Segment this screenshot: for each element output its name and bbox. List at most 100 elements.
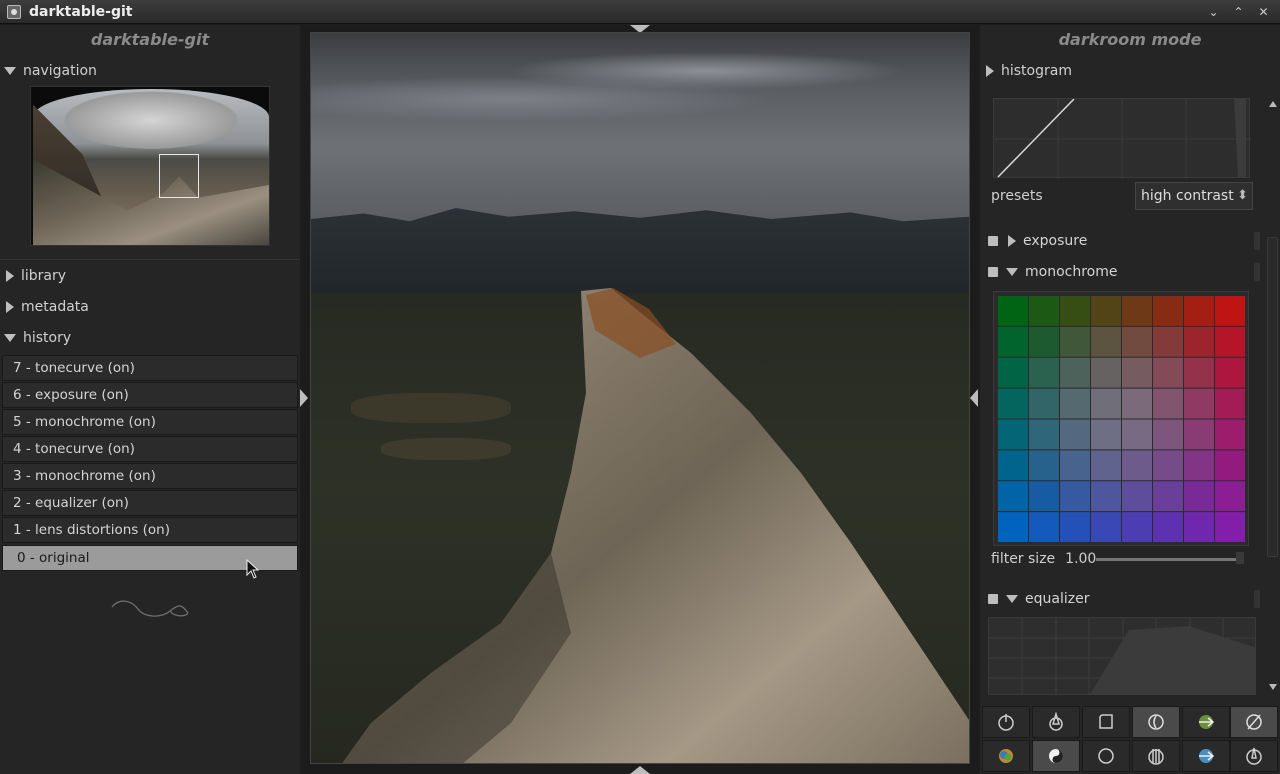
color-grid-cell[interactable]	[1215, 326, 1245, 357]
filter-size-slider[interactable]	[1096, 558, 1236, 561]
color-grid-cell[interactable]	[1060, 357, 1090, 388]
color-grid-cell[interactable]	[1153, 388, 1183, 419]
color-grid-cell[interactable]	[1029, 357, 1059, 388]
tone-group-icon[interactable]	[1032, 706, 1080, 738]
color-grid-cell[interactable]	[1029, 419, 1059, 450]
color-grid-cell[interactable]	[1091, 512, 1121, 542]
color-grid-cell[interactable]	[1060, 450, 1090, 481]
module-enable-toggle[interactable]	[988, 267, 998, 277]
color-grid-cell[interactable]	[1153, 481, 1183, 512]
color-grid-cell[interactable]	[1215, 450, 1245, 481]
color-grid-cell[interactable]	[1122, 357, 1152, 388]
histogram-section-header[interactable]: histogram	[980, 55, 1280, 86]
color-grid-cell[interactable]	[1153, 419, 1183, 450]
presets-dropdown[interactable]: high contrast	[1135, 182, 1253, 210]
effects-icon[interactable]	[1182, 740, 1230, 772]
color-grid-cell[interactable]	[998, 296, 1028, 326]
module-handle[interactable]	[1254, 232, 1260, 250]
tonecurve-graph[interactable]	[993, 98, 1251, 179]
sharpen-icon[interactable]	[1230, 740, 1278, 772]
module-handle[interactable]	[1254, 590, 1260, 608]
yin-yang-icon[interactable]	[1032, 740, 1080, 772]
color-grid-cell[interactable]	[1060, 481, 1090, 512]
color-grid-cell[interactable]	[1184, 296, 1214, 326]
circle-icon[interactable]	[1082, 740, 1130, 772]
color-grid-cell[interactable]	[998, 481, 1028, 512]
color-grid-cell[interactable]	[1122, 388, 1152, 419]
color-grid-cell[interactable]	[1184, 512, 1214, 542]
color-grid-cell[interactable]	[1215, 512, 1245, 542]
effect-group-icon[interactable]	[1230, 706, 1278, 738]
filter-size-row[interactable]: filter size 1.00	[991, 549, 1251, 569]
history-item[interactable]: 4 - tonecurve (on)	[2, 436, 298, 462]
metadata-section-header[interactable]: metadata	[0, 291, 300, 322]
levels-icon[interactable]	[1132, 740, 1180, 772]
color-grid-cell[interactable]	[1153, 450, 1183, 481]
main-image[interactable]	[310, 32, 970, 764]
color-grid-cell[interactable]	[998, 326, 1028, 357]
color-grid-cell[interactable]	[1184, 450, 1214, 481]
color-grid-cell[interactable]	[1153, 326, 1183, 357]
color-grid-cell[interactable]	[1091, 419, 1121, 450]
color-grid-cell[interactable]	[1029, 296, 1059, 326]
color-grid-cell[interactable]	[1060, 296, 1090, 326]
color-grid-cell[interactable]	[1184, 357, 1214, 388]
color-grid-cell[interactable]	[998, 357, 1028, 388]
history-item[interactable]: 5 - monochrome (on)	[2, 409, 298, 435]
color-grid-cell[interactable]	[1122, 450, 1152, 481]
module-exposure-header[interactable]: exposure	[986, 228, 1262, 254]
equalizer-graph[interactable]	[988, 617, 1256, 695]
color-grid-cell[interactable]	[1029, 450, 1059, 481]
color-grid-cell[interactable]	[1153, 357, 1183, 388]
history-item[interactable]: 6 - exposure (on)	[2, 382, 298, 408]
module-equalizer-header[interactable]: equalizer	[986, 586, 1262, 612]
color-grid-cell[interactable]	[1091, 296, 1121, 326]
color-grid-cell[interactable]	[1060, 388, 1090, 419]
module-enable-toggle[interactable]	[988, 236, 998, 246]
slider-handle[interactable]	[1236, 552, 1244, 564]
color-grid-cell[interactable]	[1029, 326, 1059, 357]
color-grid-cell[interactable]	[1215, 419, 1245, 450]
history-item[interactable]: 2 - equalizer (on)	[2, 490, 298, 516]
color-grid-cell[interactable]	[1060, 326, 1090, 357]
color-grid-cell[interactable]	[1184, 388, 1214, 419]
color-grid-cell[interactable]	[1060, 512, 1090, 542]
close-icon[interactable]: ✕	[1253, 2, 1274, 22]
monochrome-color-grid[interactable]	[993, 291, 1249, 546]
color-grid-cell[interactable]	[1029, 388, 1059, 419]
color-grid-cell[interactable]	[1122, 296, 1152, 326]
color-grid-cell[interactable]	[1091, 388, 1121, 419]
color-grid-cell[interactable]	[1184, 419, 1214, 450]
color-grid-cell[interactable]	[1122, 481, 1152, 512]
color-grid-cell[interactable]	[1091, 450, 1121, 481]
scrollbar-thumb[interactable]	[1267, 237, 1278, 557]
color-grid-cell[interactable]	[1122, 512, 1152, 542]
color-grid-cell[interactable]	[1215, 388, 1245, 419]
crop-group-icon[interactable]	[1082, 706, 1130, 738]
scroll-down-icon[interactable]	[1269, 684, 1277, 690]
color-grid-cell[interactable]	[998, 512, 1028, 542]
color-grid-cell[interactable]	[998, 450, 1028, 481]
color-grid-cell[interactable]	[1184, 326, 1214, 357]
color-grid-cell[interactable]	[998, 388, 1028, 419]
history-item[interactable]: 3 - monochrome (on)	[2, 463, 298, 489]
color-grid-cell[interactable]	[1091, 357, 1121, 388]
color-balance-icon[interactable]	[982, 740, 1030, 772]
basic-group-icon[interactable]	[982, 706, 1030, 738]
collapse-bottom-panel-icon[interactable]	[630, 766, 650, 774]
color-grid-cell[interactable]	[1215, 357, 1245, 388]
title-bar[interactable]: darktable-git ⌄ ⌃ ✕	[0, 0, 1280, 24]
color-grid-cell[interactable]	[1029, 512, 1059, 542]
color-grid-cell[interactable]	[1060, 419, 1090, 450]
color-grid-cell[interactable]	[1184, 481, 1214, 512]
color-grid-cell[interactable]	[1122, 419, 1152, 450]
history-item[interactable]: 7 - tonecurve (on)	[2, 355, 298, 381]
history-item[interactable]: 1 - lens distortions (on)	[2, 517, 298, 543]
collapse-right-panel-icon[interactable]	[970, 389, 978, 407]
color-grid-cell[interactable]	[998, 419, 1028, 450]
correction-group-icon[interactable]	[1182, 706, 1230, 738]
collapse-left-panel-icon[interactable]	[300, 389, 308, 407]
navigation-thumbnail[interactable]	[30, 86, 270, 246]
color-grid-cell[interactable]	[1029, 481, 1059, 512]
color-grid-cell[interactable]	[1153, 512, 1183, 542]
